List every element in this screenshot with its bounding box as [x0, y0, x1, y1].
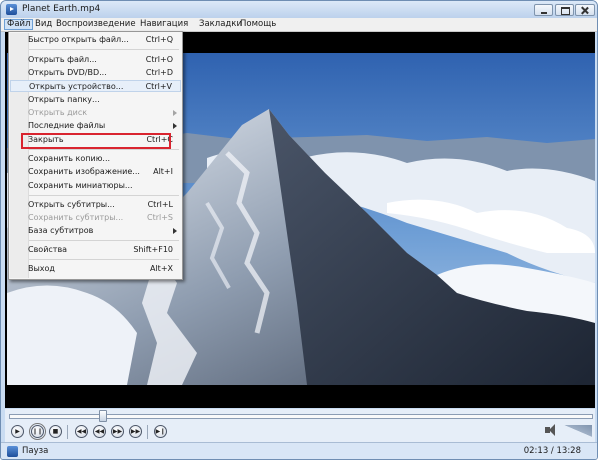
menu-separator	[29, 240, 179, 241]
rewind-button[interactable]: ◀◀	[93, 425, 106, 438]
menu-item-label: Выход	[28, 264, 55, 273]
menu-item-label: Открыть устройство...	[29, 82, 124, 91]
menu-bookmarks[interactable]: Закладки	[197, 19, 244, 30]
menu-item-shortcut: Ctrl+D	[145, 68, 173, 77]
player-window: Planet Earth.mp4 Файл Вид Воспроизведени…	[0, 0, 598, 460]
pause-button[interactable]: ❙❙	[29, 423, 46, 440]
control-bar: ▶ ❙❙ ■ ◀◀ ◀◀ ▶▶ ▶▶ ▶❙	[5, 422, 595, 442]
menu-item-label: Сохранить миниатюры...	[28, 181, 133, 190]
menu-item-open-dvd[interactable]: Открыть DVD/BD... Ctrl+D	[10, 67, 181, 79]
menu-item-shortcut: Ctrl+S	[146, 213, 173, 222]
fast-forward-icon: ▶▶	[112, 428, 123, 435]
menu-bar: Файл Вид Воспроизведение Навигация Закла…	[1, 18, 597, 32]
close-button[interactable]	[575, 4, 595, 16]
menu-separator	[29, 259, 179, 260]
app-icon	[6, 4, 17, 15]
menu-item-label: Свойства	[28, 245, 68, 254]
menu-item-shortcut: Alt+X	[149, 264, 173, 273]
stop-icon: ■	[52, 428, 59, 435]
highlight-frame	[21, 133, 171, 149]
menu-item-shortcut: Alt+I	[153, 167, 173, 176]
menu-item-shortcut: Ctrl+V	[145, 82, 172, 91]
menu-item-label: Открыть диск	[28, 108, 88, 117]
menu-item-save-thumbnails[interactable]: Сохранить миниатюры...	[10, 180, 181, 192]
status-app-icon	[7, 446, 18, 457]
playback-state: Пауза	[22, 446, 49, 456]
menu-item-label: Быстро открыть файл...	[28, 35, 129, 44]
status-bar: Пауза 02:13 / 13:28	[1, 442, 597, 459]
speaker-icon[interactable]	[545, 424, 555, 436]
menu-separator	[29, 49, 179, 50]
menu-item-save-subtitles: Сохранить субтитры... Ctrl+S	[10, 212, 181, 224]
menu-separator	[29, 195, 179, 196]
frame-step-button[interactable]: ▶❙	[154, 425, 167, 438]
menu-help[interactable]: Помощь	[238, 19, 278, 30]
menu-item-open-subtitles[interactable]: Открыть субтитры... Ctrl+L	[10, 199, 181, 211]
stop-button[interactable]: ■	[49, 425, 62, 438]
skip-forward-button[interactable]: ▶▶	[129, 425, 142, 438]
volume-slider[interactable]	[564, 425, 592, 437]
skip-forward-icon: ▶▶	[130, 428, 141, 435]
divider	[147, 425, 148, 439]
menu-item-shortcut: Ctrl+Q	[145, 35, 173, 44]
menu-item-save-image[interactable]: Сохранить изображение... Alt+I	[10, 166, 181, 178]
seek-bar[interactable]	[5, 409, 595, 423]
pause-icon: ❙❙	[32, 428, 43, 435]
menu-item-open-disc: Открыть диск	[10, 107, 181, 119]
maximize-button[interactable]	[555, 4, 574, 16]
submenu-arrow-icon	[173, 228, 177, 234]
submenu-arrow-icon	[173, 110, 177, 116]
menu-item-exit[interactable]: Выход Alt+X	[10, 263, 181, 275]
skip-back-icon: ◀◀	[76, 428, 87, 435]
menu-item-open-file[interactable]: Открыть файл... Ctrl+O	[10, 54, 181, 66]
menu-item-label: Открыть папку...	[28, 95, 100, 104]
menu-item-save-copy[interactable]: Сохранить копию...	[10, 153, 181, 165]
menu-item-properties[interactable]: Свойства Shift+F10	[10, 244, 181, 256]
play-button[interactable]: ▶	[11, 425, 24, 438]
title-bar: Planet Earth.mp4	[1, 1, 597, 18]
menu-item-subtitle-database[interactable]: База субтитров	[10, 225, 181, 237]
seek-track[interactable]	[9, 414, 593, 419]
menu-navigation[interactable]: Навигация	[138, 19, 190, 30]
menu-item-open-device[interactable]: Открыть устройство... Ctrl+V	[10, 80, 181, 92]
playback-time: 02:13 / 13:28	[523, 446, 581, 456]
menu-item-label: Сохранить изображение...	[28, 167, 140, 176]
file-menu-dropdown: Быстро открыть файл... Ctrl+Q Открыть фай…	[8, 31, 183, 280]
divider	[67, 425, 68, 439]
menu-playback[interactable]: Воспроизведение	[54, 19, 138, 30]
play-icon: ▶	[15, 428, 20, 435]
fast-forward-button[interactable]: ▶▶	[111, 425, 124, 438]
submenu-arrow-icon	[173, 123, 177, 129]
menu-item-label: Открыть субтитры...	[28, 200, 115, 209]
menu-item-quick-open[interactable]: Быстро открыть файл... Ctrl+Q	[10, 34, 181, 46]
menu-item-label: Открыть файл...	[28, 55, 97, 64]
menu-item-shortcut: Shift+F10	[133, 245, 173, 254]
skip-back-button[interactable]: ◀◀	[75, 425, 88, 438]
menu-file[interactable]: Файл	[4, 19, 34, 30]
menu-item-label: Сохранить копию...	[28, 154, 111, 163]
menu-item-label: Открыть DVD/BD...	[28, 68, 107, 77]
menu-item-label: База субтитров	[28, 226, 94, 235]
menu-item-shortcut: Ctrl+O	[145, 55, 173, 64]
minimize-button[interactable]	[534, 4, 553, 16]
menu-separator	[29, 149, 179, 150]
menu-item-recent-files[interactable]: Последние файлы	[10, 120, 181, 132]
seek-thumb[interactable]	[99, 410, 108, 422]
window-title: Planet Earth.mp4	[22, 4, 101, 14]
menu-item-label: Сохранить субтитры...	[28, 213, 124, 222]
menu-item-shortcut: Ctrl+L	[147, 200, 173, 209]
frame-step-icon: ▶❙	[155, 428, 166, 435]
menu-item-label: Последние файлы	[28, 121, 106, 130]
rewind-icon: ◀◀	[94, 428, 105, 435]
menu-item-open-folder[interactable]: Открыть папку...	[10, 94, 181, 106]
menu-view[interactable]: Вид	[33, 19, 54, 30]
